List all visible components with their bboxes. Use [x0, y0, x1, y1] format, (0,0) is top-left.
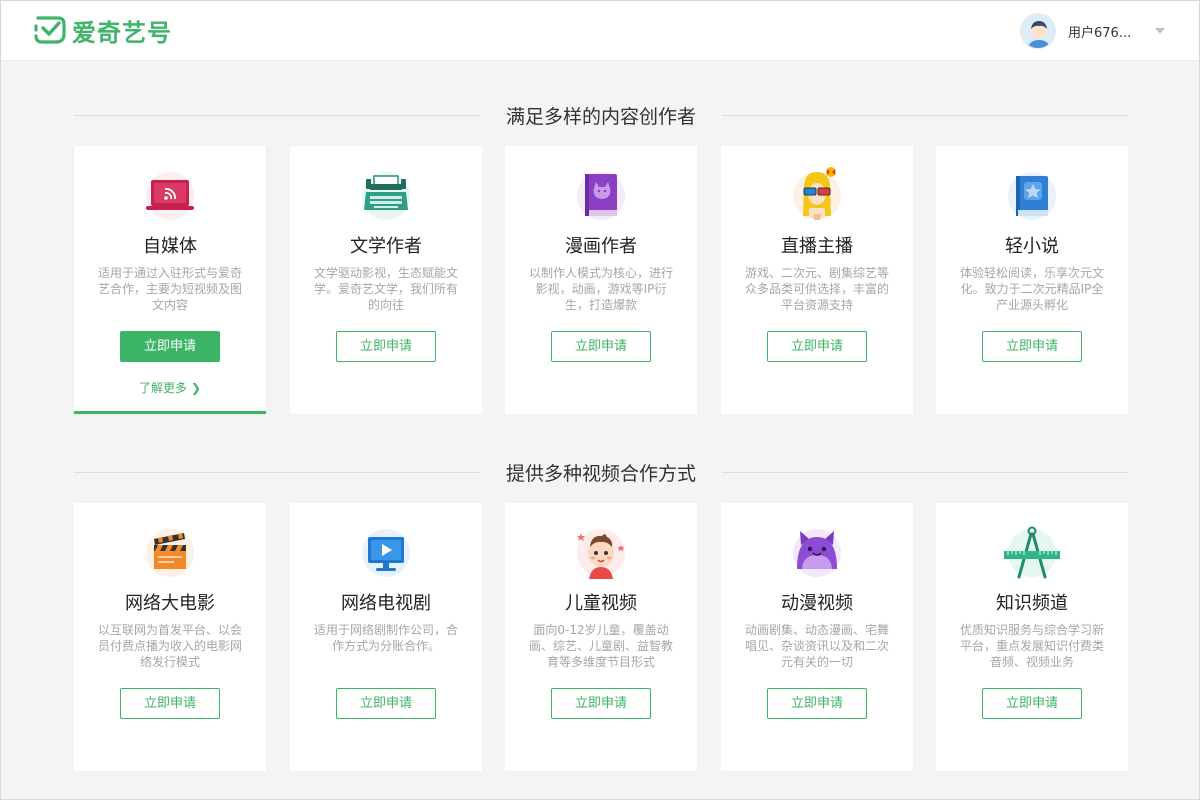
logo-text: 爱奇艺号 [72, 18, 172, 47]
laptop-rss-icon [140, 166, 200, 226]
card-title: 网络大电影 [125, 593, 215, 614]
card-description: 适用于通过入驻形式与爱奇艺合作，主要为短视频及图文内容 [98, 266, 243, 312]
card-literature-author[interactable]: 文学作者 文学驱动影视，生态赋能文学。爱奇艺文学，我们所有的向往 立即申请 [290, 146, 482, 414]
card-description: 游戏、二次元、剧集综艺等众多品类可供选择，丰富的平台资源支持 [745, 266, 890, 312]
apply-button[interactable]: 立即申请 [767, 688, 867, 719]
typewriter-icon [356, 166, 416, 226]
apply-button[interactable]: 立即申请 [551, 688, 651, 719]
card-title: 自媒体 [143, 236, 197, 257]
card-title: 网络电视剧 [341, 593, 431, 614]
section-title-video: 提供多种视频合作方式 [74, 457, 1129, 487]
tv-play-icon [356, 523, 416, 583]
comic-book-icon [571, 166, 631, 226]
clapperboard-icon [140, 523, 200, 583]
card-web-movie[interactable]: 网络大电影 以互联网为首发平台、以会员付费点播为收入的电影网络发行模式 立即申请 [74, 503, 266, 771]
apply-button[interactable]: 立即申请 [982, 331, 1082, 362]
card-title: 知识频道 [996, 593, 1068, 614]
card-title: 轻小说 [1005, 236, 1059, 257]
user-menu[interactable]: 用户676... [1020, 12, 1131, 50]
card-title: 动漫视频 [781, 593, 853, 614]
card-live-streamer[interactable]: 直播主播 游戏、二次元、剧集综艺等众多品类可供选择，丰富的平台资源支持 立即申请 [721, 146, 913, 414]
section-title-creators: 满足多样的内容创作者 [74, 100, 1129, 130]
card-title: 漫画作者 [565, 236, 637, 257]
card-description: 面向0-12岁儿童，覆盖动画、综艺、儿童剧、益智教育等多维度节目形式 [529, 623, 674, 669]
learn-more-label: 了解更多 [138, 381, 187, 395]
card-self-media[interactable]: 自媒体 适用于通过入驻形式与爱奇艺合作，主要为短视频及图文内容 立即申请 了解更… [74, 146, 266, 414]
top-header: 爱奇艺号 用户676... [0, 0, 1200, 61]
star-book-icon [1002, 166, 1062, 226]
purple-monster-icon [787, 523, 847, 583]
divider [74, 114, 480, 116]
card-description: 体验轻松阅读，乐享次元文化。致力于二次元精品IP全产业源头孵化 [960, 266, 1105, 312]
apply-button[interactable]: 立即申请 [551, 331, 651, 362]
username[interactable]: 用户676... [1068, 22, 1131, 41]
divider [722, 114, 1129, 116]
card-description: 适用于网络剧制作公司，合作方式为分账合作。 [314, 623, 459, 653]
card-light-novel[interactable]: 轻小说 体验轻松阅读，乐享次元文化。致力于二次元精品IP全产业源头孵化 立即申请 [936, 146, 1128, 414]
chevron-down-icon[interactable] [1155, 28, 1165, 34]
apply-button[interactable]: 立即申请 [120, 331, 220, 362]
avatar[interactable] [1020, 13, 1056, 49]
card-description: 动画剧集、动态漫画、宅舞唱见、杂谈资讯以及和二次元有关的一切 [745, 623, 890, 669]
logo[interactable]: 爱奇艺号 [32, 14, 172, 47]
learn-more-link[interactable]: 了解更多 ❯ [74, 379, 266, 396]
apply-button[interactable]: 立即申请 [120, 688, 220, 719]
creator-cards: 自媒体 适用于通过入驻形式与爱奇艺合作，主要为短视频及图文内容 立即申请 了解更… [74, 146, 1130, 414]
apply-button[interactable]: 立即申请 [336, 688, 436, 719]
streamer-girl-icon [787, 166, 847, 226]
apply-button[interactable]: 立即申请 [767, 331, 867, 362]
section-heading: 满足多样的内容创作者 [506, 105, 697, 128]
card-description: 以互联网为首发平台、以会员付费点播为收入的电影网络发行模式 [98, 623, 243, 669]
card-title: 儿童视频 [565, 593, 637, 614]
card-knowledge-channel[interactable]: 知识频道 优质知识服务与综合学习新平台，重点发展知识付费类音频、视频业务 立即申… [936, 503, 1128, 771]
apply-button[interactable]: 立即申请 [982, 688, 1082, 719]
card-description: 优质知识服务与综合学习新平台，重点发展知识付费类音频、视频业务 [960, 623, 1105, 669]
user-avatar-icon [1021, 14, 1055, 48]
compass-ruler-icon [1002, 523, 1062, 583]
card-web-drama[interactable]: 网络电视剧 适用于网络剧制作公司，合作方式为分账合作。 立即申请 [290, 503, 482, 771]
chevron-right-icon: ❯ [190, 381, 202, 395]
card-anime-video[interactable]: 动漫视频 动画剧集、动态漫画、宅舞唱见、杂谈资讯以及和二次元有关的一切 立即申请 [721, 503, 913, 771]
divider [74, 471, 480, 473]
card-description: 文学驱动影视，生态赋能文学。爱奇艺文学，我们所有的向往 [314, 266, 459, 312]
divider [722, 471, 1129, 473]
section-heading: 提供多种视频合作方式 [506, 462, 697, 485]
logo-check-icon [34, 16, 66, 44]
card-comic-author[interactable]: 漫画作者 以制作人模式为核心，进行影视，动画，游戏等IP衍生，打造爆款 立即申请 [505, 146, 697, 414]
card-title: 文学作者 [350, 236, 422, 257]
card-kids-video[interactable]: 儿童视频 面向0-12岁儿童，覆盖动画、综艺、儿童剧、益智教育等多维度节目形式 … [505, 503, 697, 771]
card-description: 以制作人模式为核心，进行影视，动画，游戏等IP衍生，打造爆款 [529, 266, 674, 312]
child-face-icon [571, 523, 631, 583]
card-title: 直播主播 [781, 236, 853, 257]
apply-button[interactable]: 立即申请 [336, 331, 436, 362]
video-cards: 网络大电影 以互联网为首发平台、以会员付费点播为收入的电影网络发行模式 立即申请… [74, 503, 1130, 771]
